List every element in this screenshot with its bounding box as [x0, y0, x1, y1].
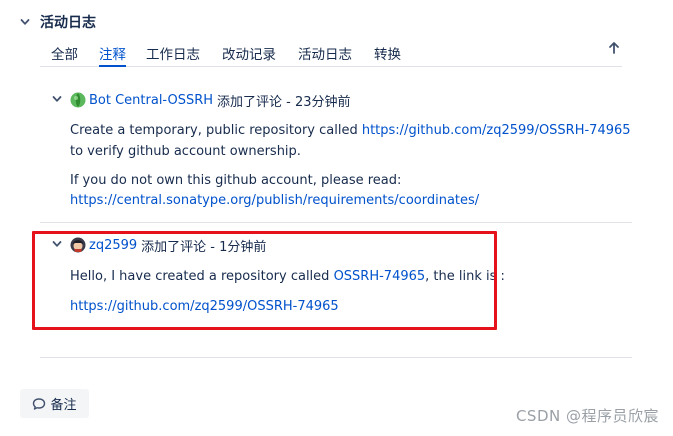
tab-all[interactable]: 全部 [51, 43, 78, 65]
comment-divider [40, 357, 632, 358]
tab-comments[interactable]: 注释 [99, 43, 126, 67]
comment-author-link[interactable]: Bot Central-OSSRH [89, 93, 213, 108]
comment-text: to verify github account ownership. [70, 144, 301, 159]
comment-text: If you do not own this github account, p… [70, 173, 402, 188]
watermark: CSDN @程序员欣宸 [515, 407, 659, 425]
comment-text: Create a temporary, public repository ca… [70, 123, 362, 138]
tab-worklog[interactable]: 工作日志 [146, 43, 200, 65]
section-title: 活动日志 [40, 15, 96, 31]
comment-action-text: 添加了评论 - 23分钟前 [217, 94, 351, 110]
sort-order-icon[interactable] [606, 40, 622, 56]
comment-header: Bot Central-OSSRH 添加了评论 - 23分钟前 [52, 90, 351, 110]
requirements-link[interactable]: https://central.sonatype.org/publish/req… [70, 193, 479, 208]
add-note-button[interactable]: 备注 [20, 389, 89, 418]
bot-avatar-icon [70, 92, 86, 108]
activity-section-header[interactable]: 活动日志 [18, 12, 96, 32]
add-note-label: 备注 [50, 398, 77, 413]
chevron-down-icon[interactable] [52, 94, 64, 106]
comment-body-line: https://central.sonatype.org/publish/req… [70, 191, 479, 211]
tab-history[interactable]: 改动记录 [222, 43, 276, 65]
comment-bubble-icon [32, 397, 46, 411]
activity-tabs: 全部 注释 工作日志 改动记录 活动日志 转换 [40, 40, 622, 67]
comment-body-line: Create a temporary, public repository ca… [70, 121, 631, 141]
repo-link[interactable]: https://github.com/zq2599/OSSRH-74965 [362, 123, 631, 138]
comment-item: Bot Central-OSSRH 添加了评论 - 23分钟前 Create a… [40, 88, 632, 218]
highlight-box [32, 231, 497, 330]
tab-activity[interactable]: 活动日志 [298, 43, 352, 65]
chevron-down-icon[interactable] [18, 15, 32, 29]
tab-transitions[interactable]: 转换 [374, 43, 401, 65]
comment-divider [40, 222, 632, 223]
